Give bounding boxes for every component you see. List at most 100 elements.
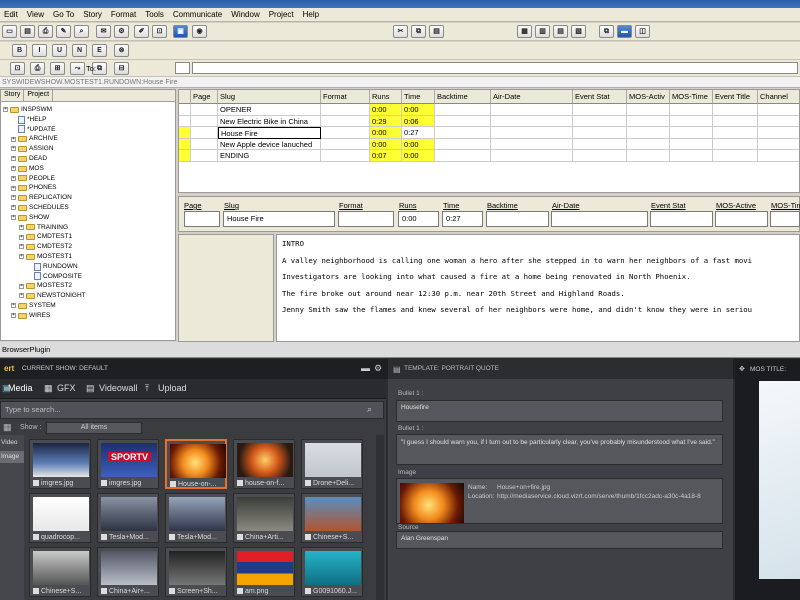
expand-icon[interactable]: + [11,303,16,309]
col-runs-header[interactable]: Runs [370,90,402,104]
expand-icon[interactable]: + [11,175,16,181]
new-story-icon[interactable]: ✎ [56,25,71,38]
media-tile[interactable]: China+Air+... [97,547,159,597]
move-icon[interactable]: ✥ [739,365,745,373]
rundown-cell[interactable] [627,115,670,127]
expand-icon[interactable]: + [19,224,24,230]
media-tile[interactable]: Chinese+S... [301,493,363,543]
col-mosactiv-header[interactable]: MOS-Activ [627,90,670,104]
clear-icon[interactable]: ⊗ [114,44,129,57]
type-video[interactable]: Video [0,437,24,449]
save-icon[interactable]: ▭ [2,25,17,38]
rundown-cell[interactable] [321,115,370,127]
window-split-icon[interactable]: ▬ [617,25,632,38]
menu-edit[interactable]: Edit [4,10,18,19]
tab-story[interactable]: Story [1,90,25,101]
form-airdate-field[interactable] [551,211,648,227]
rundown-cell[interactable] [758,127,799,139]
send-icon[interactable]: ✉ [96,25,111,38]
bullet1-field[interactable]: Housefire [396,400,723,422]
media-tile[interactable]: Drone+Deli... [301,439,363,489]
tools-icon[interactable]: ⚙ [114,25,129,38]
rundown-cell[interactable] [758,104,799,116]
media-tile[interactable]: Chinese+S... [29,547,91,597]
rundown-cell[interactable] [713,127,758,139]
expand-icon[interactable]: + [19,234,24,240]
expand-icon[interactable]: + [11,156,16,162]
rundown-cell[interactable]: 0:06 [402,115,435,127]
rundown-cell[interactable] [491,150,573,162]
menu-format[interactable]: Format [111,10,136,19]
rundown-cell[interactable]: ENDING [218,150,321,162]
tree-item[interactable]: + TRAINING [19,223,68,233]
rundown-cell[interactable] [573,115,627,127]
rundown-cell[interactable]: New Electric Bike in China [218,115,321,127]
expand-icon[interactable]: + [11,166,16,172]
rundown-cell[interactable] [435,115,491,127]
media-tile[interactable]: Tesla+Mod... [97,493,159,543]
layout-3-icon[interactable]: ▤ [553,25,568,38]
col-eventtitle-header[interactable]: Event Title [713,90,758,104]
paste-icon[interactable]: ▤ [429,25,444,38]
menu-goto[interactable]: Go To [53,10,74,19]
rundown-cell[interactable] [758,116,799,127]
window-columns-icon[interactable]: ◫ [635,25,650,38]
col-slug-header[interactable]: Slug [218,90,321,104]
type-image[interactable]: Image [0,451,24,463]
tree-item[interactable]: + PHONES [11,183,56,193]
rundown-cell[interactable]: 0:00 [402,138,435,150]
rundown-cell[interactable] [191,138,218,150]
copy-icon[interactable]: ⧉ [411,25,426,38]
menu-story[interactable]: Story [83,10,102,19]
rundown-cell[interactable] [713,115,758,127]
expand-icon[interactable]: + [19,283,24,289]
mos-icon[interactable]: ▣ [173,25,188,38]
rundown-cell[interactable] [491,104,573,116]
media-tile[interactable]: G0091060.J... [301,547,363,597]
cut-icon[interactable]: ✂ [393,25,408,38]
rundown-cell[interactable] [573,104,627,116]
tab-project[interactable]: Project [24,90,54,101]
form-backtime-field[interactable] [486,211,549,227]
show-select[interactable]: All items [46,422,142,434]
to-dropdown[interactable] [175,62,190,74]
rundown-cell[interactable] [627,150,670,162]
expand-icon[interactable]: + [19,244,24,250]
expand-icon[interactable]: + [11,136,16,142]
edit-icon[interactable]: ✐ [134,25,149,38]
rundown-cell[interactable] [191,115,218,127]
expand-icon[interactable]: + [11,313,16,319]
lock-icon[interactable]: ⊡ [152,25,167,38]
tree-item[interactable]: + CMDTEST1 [19,232,72,242]
rundown-cell[interactable] [435,127,491,139]
to-field[interactable] [192,62,798,74]
expand-icon[interactable]: + [19,254,24,260]
rundown-cell[interactable] [627,104,670,116]
attach-icon[interactable]: ⊞ [50,62,65,75]
e-button[interactable]: E [92,44,107,57]
rundown-cell[interactable]: New Apple device lanuched [218,138,321,150]
col-time-header[interactable]: Time [402,90,435,104]
rundown-cell[interactable] [670,127,713,139]
preview-canvas[interactable] [759,381,800,579]
tree-item[interactable]: + MOSTEST1 [19,252,72,262]
message-icon[interactable]: ⊡ [10,62,25,75]
form-page-field[interactable] [184,211,220,227]
rundown-cell[interactable] [713,104,758,116]
normal-button[interactable]: N [72,44,87,57]
expand-icon[interactable]: + [19,293,24,299]
tab-videowall[interactable]: Videowall [99,383,137,393]
menu-project[interactable]: Project [269,10,294,19]
rundown-cell[interactable] [179,115,191,127]
row-selector[interactable] [179,138,191,150]
tree-item[interactable]: + CMDTEST2 [19,242,72,252]
rundown-cell[interactable]: 0:29 [370,115,402,127]
rundown-cell[interactable] [435,104,491,116]
expand-icon[interactable]: + [11,215,16,221]
rundown-cell[interactable] [758,139,799,150]
expand-icon[interactable]: + [3,107,8,113]
expand-icon[interactable]: + [11,195,16,201]
col-airdate-header[interactable]: Air-Date [491,90,573,104]
tree-item[interactable]: *UPDATE [11,125,55,135]
form-runs-field[interactable]: 0:00 [398,211,439,227]
